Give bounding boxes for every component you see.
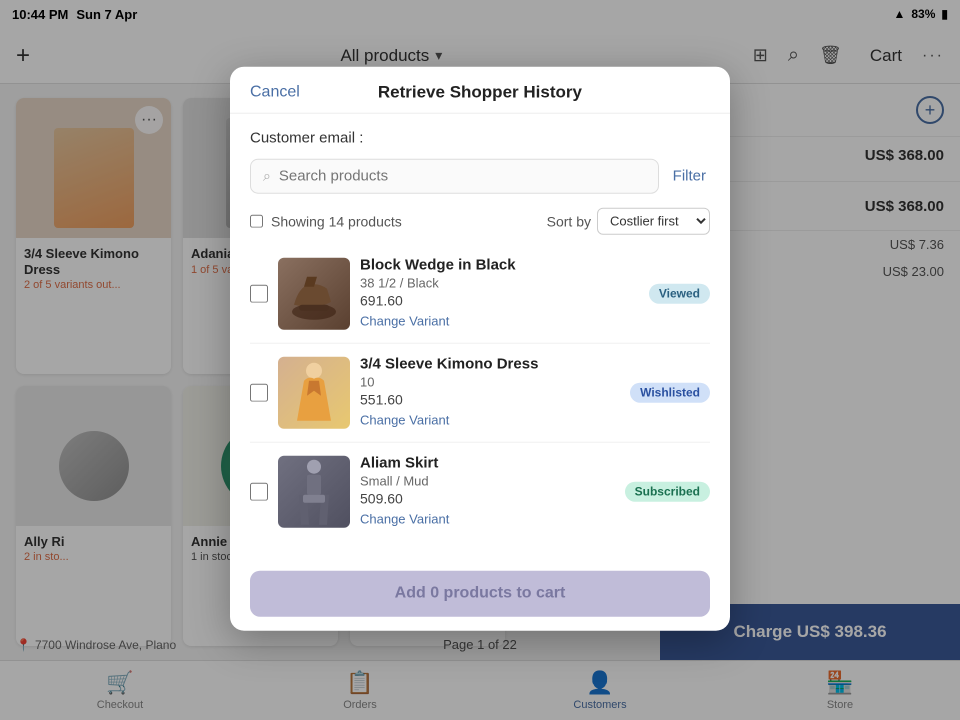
change-variant-link-1[interactable]: Change Variant [360, 314, 449, 329]
product-info-2: 3/4 Sleeve Kimono Dress 10 551.60 Change… [360, 356, 620, 430]
search-row: ⌕ Filter [250, 159, 710, 194]
product-price-3: 509.60 [360, 491, 615, 507]
showing-row: Showing 14 products [250, 213, 402, 229]
products-header: Showing 14 products Sort by Costlier fir… [250, 208, 710, 235]
product-list-item: Aliam Skirt Small / Mud 509.60 Change Va… [250, 443, 710, 541]
select-all-checkbox[interactable] [250, 215, 263, 228]
showing-text: Showing 14 products [271, 213, 402, 229]
retrieve-shopper-history-modal: Cancel Retrieve Shopper History Customer… [230, 67, 730, 631]
product-thumbnail-3 [278, 456, 350, 528]
product-badge-subscribed: Subscribed [625, 482, 710, 502]
product-price-1: 691.60 [360, 293, 639, 309]
product-checkbox-1[interactable] [250, 285, 268, 303]
change-variant-link-3[interactable]: Change Variant [360, 512, 449, 527]
product-info-3: Aliam Skirt Small / Mud 509.60 Change Va… [360, 455, 615, 529]
product-checkbox-3[interactable] [250, 483, 268, 501]
product-badge-wishlisted: Wishlisted [630, 383, 710, 403]
product-name-3: Aliam Skirt [360, 455, 615, 472]
sort-by-label: Sort by [547, 213, 591, 229]
cancel-button[interactable]: Cancel [250, 84, 300, 102]
search-input-wrap: ⌕ [250, 159, 659, 194]
sort-select[interactable]: Costlier first Cheaper first Newest firs… [597, 208, 710, 235]
modal-title: Retrieve Shopper History [300, 83, 660, 103]
modal-body: Customer email : ⌕ Filter Showing 14 pro… [230, 114, 730, 557]
add-to-cart-button[interactable]: Add 0 products to cart [250, 571, 710, 617]
product-name-1: Block Wedge in Black [360, 257, 639, 274]
modal-header: Cancel Retrieve Shopper History [230, 67, 730, 114]
change-variant-link-2[interactable]: Change Variant [360, 413, 449, 428]
product-variant-3: Small / Mud [360, 474, 615, 489]
customer-email-label: Customer email : [250, 130, 710, 147]
filter-button[interactable]: Filter [669, 164, 710, 189]
product-variant-2: 10 [360, 375, 620, 390]
product-thumbnail-1 [278, 258, 350, 330]
product-list-item: 3/4 Sleeve Kimono Dress 10 551.60 Change… [250, 344, 710, 443]
product-checkbox-2[interactable] [250, 384, 268, 402]
product-info-1: Block Wedge in Black 38 1/2 / Black 691.… [360, 257, 639, 331]
product-name-2: 3/4 Sleeve Kimono Dress [360, 356, 620, 373]
product-price-2: 551.60 [360, 392, 620, 408]
product-list: Block Wedge in Black 38 1/2 / Black 691.… [250, 245, 710, 541]
product-variant-1: 38 1/2 / Black [360, 276, 639, 291]
product-thumbnail-2 [278, 357, 350, 429]
search-icon: ⌕ [263, 168, 271, 185]
product-badge-viewed: Viewed [649, 284, 710, 304]
sort-row: Sort by Costlier first Cheaper first New… [547, 208, 710, 235]
product-list-item: Block Wedge in Black 38 1/2 / Black 691.… [250, 245, 710, 344]
search-input[interactable] [279, 168, 646, 185]
